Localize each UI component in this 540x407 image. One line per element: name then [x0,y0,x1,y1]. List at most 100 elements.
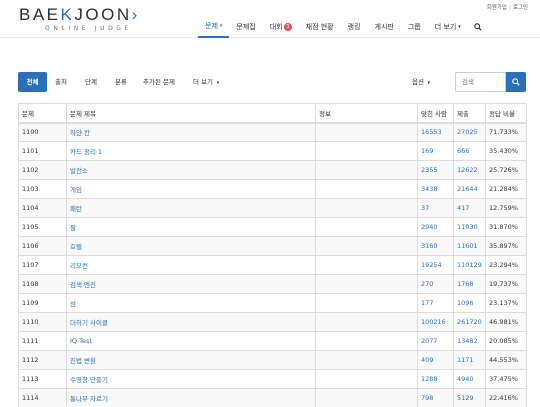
table-header-row: 문제 문제 제목 정보 맞힌 사람 제출 정답 비율 [18,103,527,124]
submit-count-link[interactable]: 1096 [453,293,486,313]
search-button[interactable] [506,72,526,92]
logo-wordmark: BAEKJOON› [19,5,140,24]
search-input[interactable] [455,72,506,92]
solved-count-link[interactable]: 100216 [417,312,454,332]
problem-title-link[interactable]: IQ Test [66,331,316,351]
table-row: 1101 카드 정리 1 169 666 35.430% [18,141,527,161]
nav-group[interactable]: 그룹 [401,16,428,38]
solved-count-link[interactable]: 2940 [417,217,454,237]
solved-count-link[interactable]: 19254 [417,255,454,275]
site-logo[interactable]: BAEKJOON› ONLINE JUDGE [19,6,140,32]
submit-count-link[interactable]: 110129 [453,255,486,275]
problem-id: 1109 [18,293,67,313]
solved-count-link[interactable]: 16553 [417,122,454,142]
col-header-submit[interactable]: 제출 [453,103,486,124]
nav-workbook[interactable]: 문제집 [229,16,262,38]
submit-count-link[interactable]: 13482 [453,331,486,351]
submit-count-link[interactable]: 261720 [453,312,486,332]
problem-id: 1100 [18,122,67,142]
solved-count-link[interactable]: 409 [417,350,454,370]
submit-count-link[interactable]: 4940 [453,369,486,389]
solved-count-link[interactable]: 3438 [417,179,454,199]
problem-title-link[interactable]: 검색 엔진 [66,274,316,294]
nav-contest[interactable]: 대회 3 [263,16,299,38]
problem-title-link[interactable]: 하얀 칸 [66,122,316,142]
problem-title-link[interactable]: 게임 [66,179,316,199]
problem-info [315,255,418,275]
nav-board[interactable]: 게시판 [368,16,401,38]
problem-id: 1105 [18,217,67,237]
submit-count-link[interactable]: 1768 [453,274,486,294]
table-row: 1105 팔 2940 11030 31.870% [18,217,527,237]
table-row: 1100 하얀 칸 16553 27025 71.733% [18,122,527,142]
problem-id: 1114 [18,388,67,407]
chevron-down-icon: ▾ [425,80,431,86]
tab-added[interactable]: 추가된 문제 [143,72,175,92]
solved-count-link[interactable]: 270 [417,274,454,294]
options-dropdown[interactable]: 옵션 ▾ [412,72,430,93]
signup-link[interactable]: 회원가입 [487,5,507,11]
problem-id: 1111 [18,331,67,351]
problem-title-link[interactable]: 발전소 [66,160,316,180]
tab-step[interactable]: 단계 [85,72,97,92]
problem-title-link[interactable]: 통나무 자르기 [66,388,316,407]
solved-count-link[interactable]: 177 [417,293,454,313]
submit-count-link[interactable]: 666 [453,141,486,161]
solved-count-link[interactable]: 169 [417,141,454,161]
problem-title-link[interactable]: 더하기 사이클 [66,312,316,332]
solved-count-link[interactable]: 2355 [417,160,454,180]
problem-info [315,331,418,351]
table-row: 1106 호텔 3160 11601 35.897% [18,236,527,256]
col-header-title[interactable]: 문제 제목 [66,103,316,124]
submit-count-link[interactable]: 21644 [453,179,486,199]
problem-id: 1103 [18,179,67,199]
submit-count-link[interactable]: 5129 [453,388,486,407]
nav-ranking[interactable]: 랭킹 [341,16,368,38]
problem-title-link[interactable]: 섬 [66,293,316,313]
nav-more[interactable]: 더 보기 ▾ [428,16,468,38]
col-header-id[interactable]: 문제 [18,103,67,124]
submit-count-link[interactable]: 12622 [453,160,486,180]
problem-toolbar: 전체 출처 단계 분류 추가된 문제 더 보기 ▾ 옵션 ▾ [18,72,526,92]
col-header-ratio[interactable]: 정답 비율 [485,103,527,124]
submit-count-link[interactable]: 1171 [453,350,486,370]
tab-all[interactable]: 전체 [18,72,47,92]
submit-count-link[interactable]: 11030 [453,217,486,237]
table-row: 1108 검색 엔진 270 1768 19.737% [18,274,527,294]
problem-id: 1101 [18,141,67,161]
problem-title-link[interactable]: 수영장 만들기 [66,369,316,389]
submit-count-link[interactable]: 11601 [453,236,486,256]
main-nav: 문제 ▾ 문제집 대회 3 채점 현황 랭킹 게시판 그룹 더 보기 ▾ [198,16,488,38]
problem-title-link[interactable]: 패턴 [66,198,316,218]
solved-count-link[interactable]: 37 [417,198,454,218]
solved-count-link[interactable]: 3160 [417,236,454,256]
submit-count-link[interactable]: 27025 [453,122,486,142]
problem-id: 1102 [18,160,67,180]
problem-title-link[interactable]: 호텔 [66,236,316,256]
tab-more[interactable]: 더 보기 ▾ [193,72,219,92]
nav-status[interactable]: 채점 현황 [299,16,341,38]
accept-ratio: 35.430% [485,141,527,161]
contest-badge: 3 [283,23,292,31]
problem-info [315,198,418,218]
tab-category[interactable]: 분류 [115,72,127,92]
login-link[interactable]: 로그인 [513,5,528,11]
nav-problems[interactable]: 문제 ▾ [198,16,230,38]
problem-title-link[interactable]: 팔 [66,217,316,237]
problem-title-link[interactable]: 카드 정리 1 [66,141,316,161]
logo-subtitle: ONLINE JUDGE [45,25,132,32]
col-header-solved[interactable]: 맞힌 사람 [417,103,454,124]
tab-source[interactable]: 출처 [55,72,67,92]
search-icon[interactable] [468,16,488,38]
col-header-info[interactable]: 정보 [315,103,418,124]
accept-ratio: 35.897% [485,236,527,256]
solved-count-link[interactable]: 2077 [417,331,454,351]
solved-count-link[interactable]: 798 [417,388,454,407]
problem-title-link[interactable]: 진법 변환 [66,350,316,370]
chevron-down-icon: ▾ [219,23,223,29]
problem-title-link[interactable]: 리모컨 [66,255,316,275]
table-row: 1113 수영장 만들기 1288 4940 37.475% [18,369,527,389]
submit-count-link[interactable]: 417 [453,198,486,218]
accept-ratio: 22.416% [485,388,527,407]
solved-count-link[interactable]: 1288 [417,369,454,389]
